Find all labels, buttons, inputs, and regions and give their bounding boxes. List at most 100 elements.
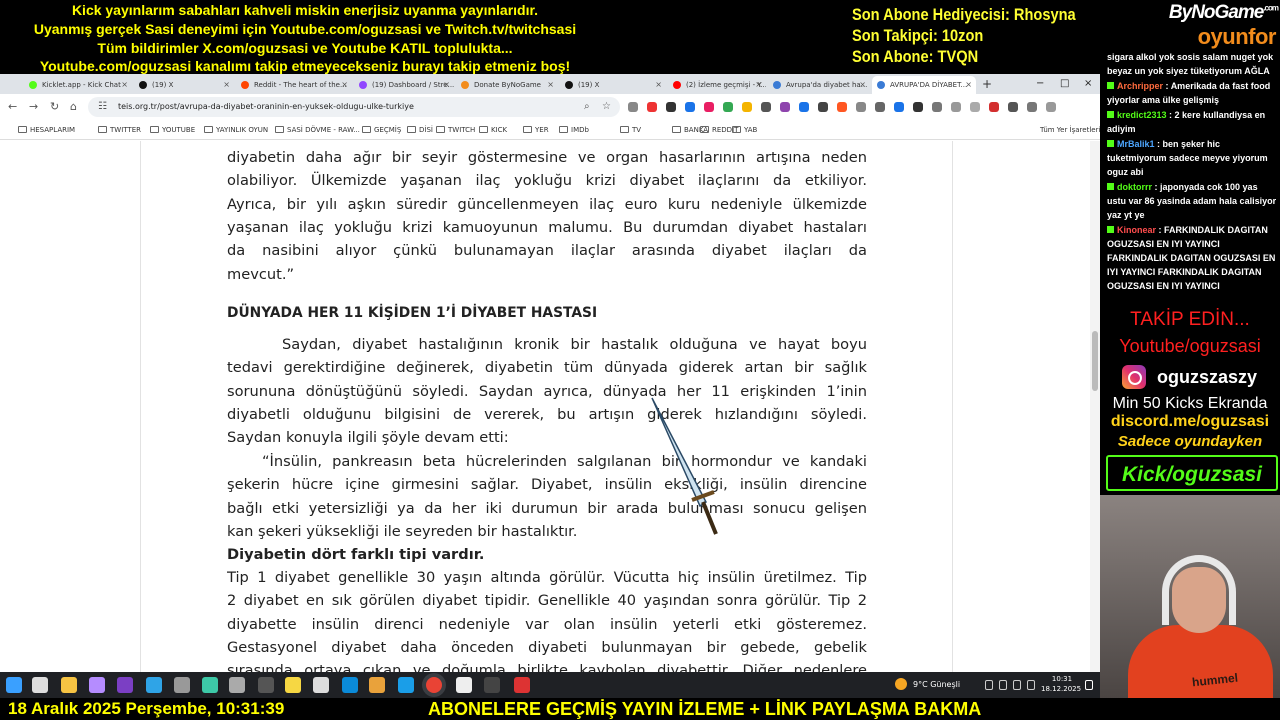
close-icon[interactable]: × xyxy=(965,76,972,94)
tab-2[interactable]: (19) X × xyxy=(134,76,234,94)
chat-username[interactable]: kredict2313 xyxy=(1117,110,1167,120)
bookmark-8[interactable]: TWITCH xyxy=(436,120,475,140)
extension-icon[interactable] xyxy=(932,102,942,112)
sun-icon[interactable] xyxy=(895,678,907,690)
extension-icon[interactable] xyxy=(780,102,790,112)
battery-icon[interactable] xyxy=(1027,680,1035,690)
terminal-icon[interactable] xyxy=(202,677,218,693)
minimize-icon[interactable]: − xyxy=(1036,76,1044,92)
bookmark-12[interactable]: TV xyxy=(620,120,641,140)
extension-icon[interactable] xyxy=(894,102,904,112)
chat-username[interactable]: Archripper xyxy=(1117,81,1163,91)
extension-icon[interactable] xyxy=(875,102,885,112)
reload-icon[interactable]: ↻ xyxy=(50,99,59,115)
bookmark-4[interactable]: YAYINLIK OYUN xyxy=(204,120,268,140)
tab-4[interactable]: (19) Dashboard / Stre... × xyxy=(354,76,454,94)
extension-icon[interactable] xyxy=(723,102,733,112)
settings-icon[interactable] xyxy=(174,677,190,693)
photos-icon[interactable] xyxy=(258,677,274,693)
chat-username[interactable]: doktorrr xyxy=(1117,182,1152,192)
tab-7[interactable]: (2) İzleme geçmişi - Y... × xyxy=(668,76,766,94)
pen-icon[interactable] xyxy=(89,677,105,693)
chrome-canary-icon[interactable] xyxy=(369,677,385,693)
bookmark-11[interactable]: IMDb xyxy=(559,120,589,140)
extension-icon[interactable] xyxy=(628,102,638,112)
maximize-icon[interactable]: □ xyxy=(1060,76,1069,92)
bookmark-9[interactable]: KICK xyxy=(479,120,507,140)
onenote-icon[interactable] xyxy=(117,677,133,693)
bookmark-star-icon[interactable]: ☆ xyxy=(602,99,611,115)
tab-9[interactable]: AVRUPA'DA DİYABET... × xyxy=(872,76,976,94)
search-icon[interactable] xyxy=(32,677,48,693)
close-icon[interactable]: × xyxy=(859,76,866,94)
close-icon[interactable]: × xyxy=(121,76,128,94)
extension-icon[interactable] xyxy=(1027,102,1037,112)
volume-icon[interactable] xyxy=(1013,680,1021,690)
chat-username[interactable]: Kinonear xyxy=(1117,225,1156,235)
bookmark-10[interactable]: YER xyxy=(523,120,549,140)
back-icon[interactable]: ← xyxy=(8,99,17,115)
extension-icon[interactable] xyxy=(742,102,752,112)
camera-icon[interactable] xyxy=(229,677,245,693)
tab-1[interactable]: Kicklet.app - Kick Chat × xyxy=(24,76,132,94)
edge-icon[interactable] xyxy=(398,677,414,693)
windows-start-icon[interactable] xyxy=(6,677,22,693)
tab-6[interactable]: (19) X × xyxy=(560,76,666,94)
extension-icon[interactable] xyxy=(913,102,923,112)
app2-icon[interactable] xyxy=(514,677,530,693)
extension-icon[interactable] xyxy=(818,102,828,112)
site-info-icon[interactable]: ☷ xyxy=(98,99,107,115)
close-icon[interactable]: × xyxy=(223,76,230,94)
extension-icon[interactable] xyxy=(666,102,676,112)
extension-icon[interactable] xyxy=(685,102,695,112)
scrollbar-thumb[interactable] xyxy=(1092,331,1098,391)
file-explorer-icon[interactable] xyxy=(61,677,77,693)
edge-dev-icon[interactable] xyxy=(146,677,162,693)
bookmark-6[interactable]: GEÇMİŞ xyxy=(362,120,401,140)
extension-icon[interactable] xyxy=(647,102,657,112)
zoom-icon[interactable]: ⌕ xyxy=(584,99,590,115)
extension-icon[interactable] xyxy=(799,102,809,112)
weather-widget[interactable]: 9°C Güneşli xyxy=(913,672,960,698)
notification-icon[interactable] xyxy=(1085,680,1093,690)
forward-icon[interactable]: → xyxy=(29,99,38,115)
url-text[interactable]: teis.org.tr/post/avrupa-da-diyabet-orani… xyxy=(118,97,414,117)
skype-icon[interactable] xyxy=(342,677,358,693)
home-icon[interactable]: ⌂ xyxy=(70,99,77,115)
bookmark-3[interactable]: YOUTUBE xyxy=(150,120,195,140)
mic-icon[interactable] xyxy=(985,680,993,690)
extension-icon[interactable] xyxy=(970,102,980,112)
clock-date[interactable]: 18.12.2025 xyxy=(1041,684,1081,695)
bookmark-1[interactable]: HESAPLARIM xyxy=(18,120,75,140)
address-bar[interactable]: ☷ teis.org.tr/post/avrupa-da-diyabet-ora… xyxy=(88,97,620,117)
obs-icon[interactable] xyxy=(313,677,329,693)
bookmark-7[interactable]: DİSİ xyxy=(407,120,433,140)
tab-3[interactable]: Reddit - The heart of the... × xyxy=(236,76,352,94)
close-icon[interactable]: × xyxy=(443,76,450,94)
app-icon[interactable] xyxy=(456,677,472,693)
bookmark-5[interactable]: SASİ DÖVME - RAW... xyxy=(275,120,360,140)
scrollbar[interactable] xyxy=(1090,141,1100,672)
tab-5[interactable]: Donate ByNoGame × xyxy=(456,76,558,94)
notes-icon[interactable] xyxy=(285,677,301,693)
extension-icon[interactable] xyxy=(1046,102,1056,112)
extension-icon[interactable] xyxy=(837,102,847,112)
extension-icon[interactable] xyxy=(951,102,961,112)
extension-icon[interactable] xyxy=(856,102,866,112)
music-icon[interactable] xyxy=(484,677,500,693)
close-window-icon[interactable]: × xyxy=(1084,76,1092,92)
extension-icon[interactable] xyxy=(761,102,771,112)
extension-icon[interactable] xyxy=(1008,102,1018,112)
new-tab-icon[interactable]: + xyxy=(982,76,992,92)
all-bookmarks[interactable]: Tüm Yer İşaretleri xyxy=(1040,120,1100,140)
network-icon[interactable] xyxy=(999,680,1007,690)
chat-username[interactable]: MrBalik1 xyxy=(1117,139,1155,149)
bookmark-15[interactable]: YAB xyxy=(732,120,757,140)
close-icon[interactable]: × xyxy=(547,76,554,94)
close-icon[interactable]: × xyxy=(755,76,762,94)
close-icon[interactable]: × xyxy=(341,76,348,94)
extension-icon[interactable] xyxy=(704,102,714,112)
extension-icon[interactable] xyxy=(989,102,999,112)
bookmark-2[interactable]: TWITTER xyxy=(98,120,141,140)
close-icon[interactable]: × xyxy=(655,76,662,94)
